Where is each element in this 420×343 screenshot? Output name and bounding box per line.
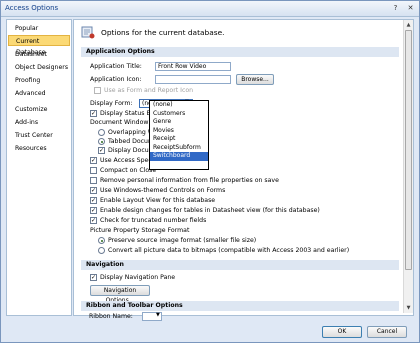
scroll-down-icon[interactable]: ▼: [405, 304, 412, 312]
preserve-source-radio[interactable]: [98, 237, 105, 244]
sidebar-item-proofing[interactable]: Proofing: [8, 75, 70, 86]
help-icon[interactable]: ?: [389, 3, 402, 13]
scroll-thumb[interactable]: [405, 30, 412, 270]
app-title-input[interactable]: Front Row Video: [155, 62, 231, 71]
use-windows-themed-checkbox[interactable]: ✓: [90, 187, 97, 194]
preserve-source-label: Preserve source image format (smaller fi…: [108, 237, 257, 244]
display-form-dropdown: (none) Customers Genre Movies Receipt Re…: [149, 100, 209, 170]
use-access-special-keys-checkbox[interactable]: ✓: [90, 157, 97, 164]
display-document-tabs-checkbox[interactable]: ✓: [98, 147, 105, 154]
dropdown-option-switchboard[interactable]: Switchboard: [150, 152, 208, 161]
compact-on-close-checkbox[interactable]: [90, 167, 97, 174]
overlapping-windows-radio[interactable]: [98, 129, 105, 136]
check-truncated-checkbox[interactable]: ✓: [90, 217, 97, 224]
scroll-up-icon[interactable]: ▲: [405, 21, 412, 29]
content-scrollbar[interactable]: ▲ ▼: [403, 20, 413, 313]
sidebar-item-add-ins[interactable]: Add-ins: [8, 117, 70, 128]
app-title-label: Application Title:: [90, 63, 142, 70]
convert-bitmaps-label: Convert all picture data to bitmaps (com…: [108, 247, 350, 254]
navigation-options-button[interactable]: Navigation Options...: [90, 285, 150, 304]
remove-personal-info-label: Remove personal information from file pr…: [100, 177, 279, 184]
app-icon-input[interactable]: [155, 75, 231, 84]
section-navigation: Navigation: [81, 260, 399, 270]
use-as-form-icon-checkbox[interactable]: [94, 87, 101, 94]
compact-on-close-label: Compact on Close: [100, 167, 157, 174]
ribbon-name-chevron-icon[interactable]: ▼: [156, 312, 160, 318]
access-options-window: Access Options ? ✕ Popular Current Datab…: [0, 0, 420, 343]
sidebar-item-datasheet[interactable]: Datasheet: [8, 49, 70, 60]
enable-design-changes-label: Enable design changes for tables in Data…: [100, 207, 320, 214]
display-nav-pane-checkbox[interactable]: ✓: [90, 274, 97, 281]
window-title: Access Options: [5, 4, 59, 12]
dropdown-option-receiptsubform[interactable]: ReceiptSubform: [150, 144, 208, 153]
title-bar: Access Options ? ✕: [1, 1, 419, 17]
sidebar-item-customize[interactable]: Customize: [8, 104, 70, 115]
ok-button[interactable]: OK: [322, 326, 362, 338]
header-text: Options for the current database.: [101, 28, 225, 37]
browse-button[interactable]: Browse...: [236, 74, 274, 85]
display-form-label: Display Form:: [90, 100, 133, 107]
use-as-form-icon-label: Use as Form and Report Icon: [104, 87, 194, 94]
cancel-button[interactable]: Cancel: [367, 326, 407, 338]
app-icon-label: Application Icon:: [90, 76, 142, 83]
sidebar-item-advanced[interactable]: Advanced: [8, 88, 70, 99]
dropdown-option-receipt[interactable]: Receipt: [150, 135, 208, 144]
enable-layout-view-checkbox[interactable]: ✓: [90, 197, 97, 204]
dropdown-option-movies[interactable]: Movies: [150, 127, 208, 136]
sidebar: Popular Current Database Datasheet Objec…: [6, 19, 72, 316]
convert-bitmaps-radio[interactable]: [98, 247, 105, 254]
database-options-icon: [81, 26, 95, 39]
enable-layout-view-label: Enable Layout View for this database: [100, 197, 216, 204]
picture-storage-format-label: Picture Property Storage Format: [90, 227, 190, 234]
enable-design-changes-checkbox[interactable]: ✓: [90, 207, 97, 214]
close-icon[interactable]: ✕: [404, 3, 417, 13]
section-ribbon-toolbar: Ribbon and Toolbar Options: [81, 301, 399, 311]
dropdown-option-customers[interactable]: Customers: [150, 110, 208, 119]
sidebar-item-resources[interactable]: Resources: [8, 143, 70, 154]
section-application-options: Application Options: [81, 47, 399, 57]
display-nav-pane-label: Display Navigation Pane: [100, 274, 176, 281]
options-content: Options for the current database. Applic…: [73, 19, 414, 316]
remove-personal-info-checkbox[interactable]: [90, 177, 97, 184]
use-windows-themed-label: Use Windows-themed Controls on Forms: [100, 187, 226, 194]
sidebar-item-popular[interactable]: Popular: [8, 23, 70, 34]
ribbon-name-label: Ribbon Name:: [89, 313, 133, 320]
sidebar-item-trust-center[interactable]: Trust Center: [8, 130, 70, 141]
check-truncated-label: Check for truncated number fields: [100, 217, 207, 224]
dropdown-option-genre[interactable]: Genre: [150, 118, 208, 127]
tabbed-documents-radio[interactable]: [98, 138, 105, 145]
display-status-bar-checkbox[interactable]: ✓: [90, 110, 97, 117]
sidebar-item-object-designers[interactable]: Object Designers: [8, 62, 70, 73]
sidebar-item-current-database[interactable]: Current Database: [8, 35, 70, 56]
dropdown-option-none[interactable]: (none): [150, 101, 208, 110]
